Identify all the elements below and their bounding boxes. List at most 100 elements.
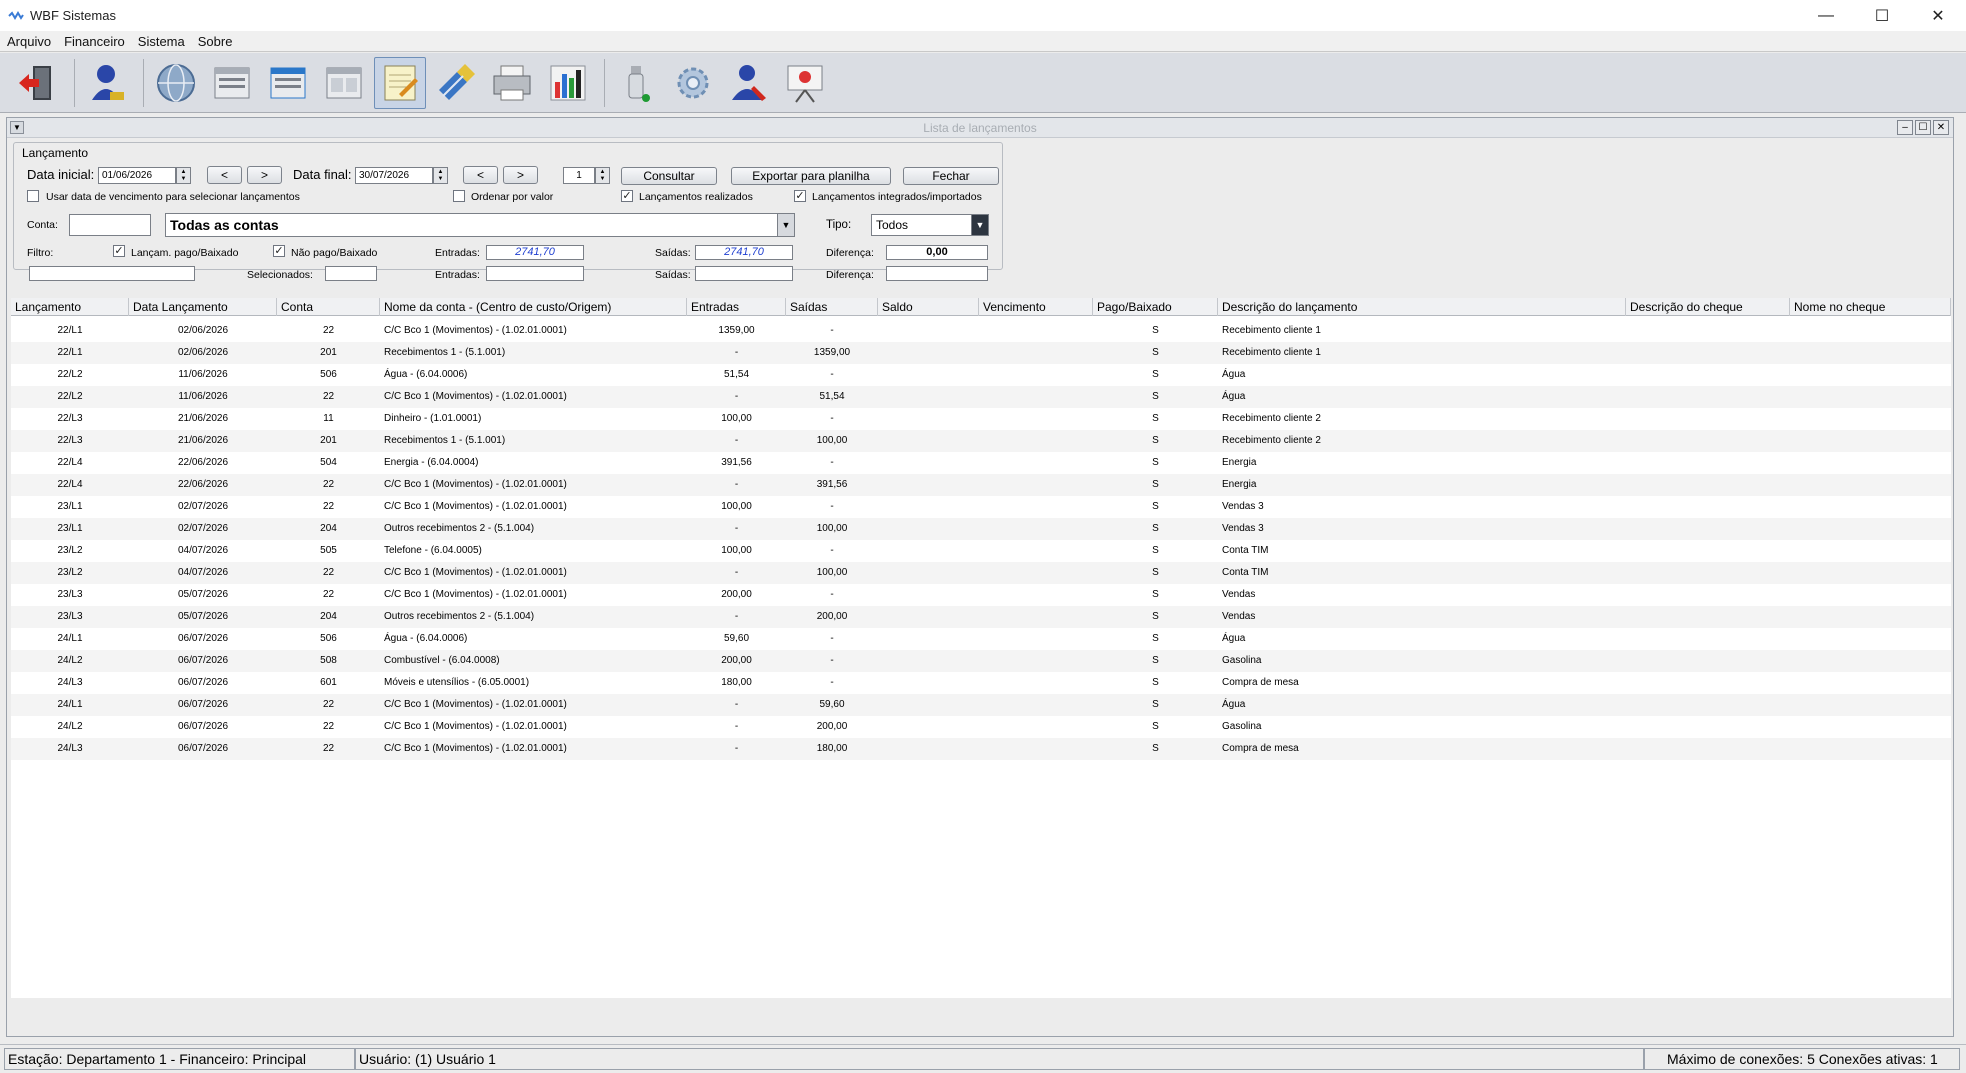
table-row[interactable]: 24/L2 06/07/2026 22 C/C Bco 1 (Movimentos) … [11,716,1951,738]
menu-arquivo[interactable]: Arquivo [0,34,57,49]
usb-button[interactable] [611,57,663,109]
cell-nome-conta: C/C Bco 1 (Movimentos) - (1.02.01.0001) [384,391,567,402]
col-conta[interactable]: Conta [277,298,380,316]
table-row[interactable]: 23/L3 05/07/2026 204 Outros recebimentos 2 … [11,606,1951,628]
table-row[interactable]: 22/L4 22/06/2026 22 C/C Bco 1 (Movimentos) … [11,474,1951,496]
chart-button[interactable] [542,57,594,109]
exportar-planilha-button[interactable]: Exportar para planilha [731,167,891,185]
data-inicial-input[interactable]: 01/06/2026 [98,167,176,184]
table-row[interactable]: 22/L4 22/06/2026 504 Energia - (6.04.0004) 3… [11,452,1951,474]
frame-menu-button[interactable]: ▼ [10,121,24,134]
exit-button[interactable] [12,57,64,109]
col-vencimento[interactable]: Vencimento [979,298,1093,316]
table-row[interactable]: 24/L2 06/07/2026 508 Combustível - (6.04.00… [11,650,1951,672]
register-button-1[interactable] [206,57,258,109]
frame-close-button[interactable]: ✕ [1933,120,1949,135]
register-button-3[interactable] [318,57,370,109]
cell-saidas: 100,00 [816,567,848,578]
conta-combo[interactable]: Todas as contas ▼ [165,213,795,237]
cell-saldo [878,650,979,672]
col-nome-conta[interactable]: Nome da conta - (Centro de custo/Origem) [380,298,687,316]
lanc-realizados-checkbox[interactable]: ✓ [621,190,633,202]
data-final-input[interactable]: 30/07/2026 [355,167,433,184]
lancam-pago-checkbox[interactable]: ✓ [113,245,125,257]
filtro-selecionados-input[interactable] [29,266,195,281]
col-entradas[interactable]: Entradas [687,298,786,316]
lancam-pago-label: Lançam. pago/Baixado [131,247,239,259]
table-row[interactable]: 23/L1 02/07/2026 204 Outros recebimentos 2 … [11,518,1951,540]
table-row[interactable]: 24/L1 06/07/2026 506 Água - (6.04.0006) 59,6… [11,628,1951,650]
maximize-button[interactable]: ☐ [1854,0,1910,31]
data-inicial-next-button[interactable]: > [247,166,282,184]
cell-data: 06/07/2026 [177,677,229,688]
data-inicial-spinner[interactable]: ▲ ▼ [176,167,191,184]
presentation-button[interactable] [779,57,831,109]
col-pago-baixado[interactable]: Pago/Baixado [1093,298,1218,316]
frame-minimize-button[interactable]: – [1897,120,1913,135]
table-row[interactable]: 24/L1 06/07/2026 22 C/C Bco 1 (Movimentos) … [11,694,1951,716]
page-input[interactable]: 1 [563,167,595,184]
table-row[interactable]: 23/L1 02/07/2026 22 C/C Bco 1 (Movimentos) … [11,496,1951,518]
menu-financeiro[interactable]: Financeiro [57,34,131,49]
table-row[interactable]: 22/L3 21/06/2026 201 Recebimentos 1 - (5.1.… [11,430,1951,452]
col-nome-cheque[interactable]: Nome no cheque [1790,298,1951,316]
ordenar-valor-label: Ordenar por valor [471,191,554,203]
col-data-lancamento[interactable]: Data Lançamento [129,298,277,316]
conta-input[interactable] [69,214,151,236]
table-row[interactable]: 22/L2 11/06/2026 506 Água - (6.04.0006) 51,5… [11,364,1951,386]
consultar-button[interactable]: Consultar [621,167,717,185]
menu-sistema[interactable]: Sistema [131,34,191,49]
tipo-combo[interactable]: Todos ▼ [871,214,989,236]
page-spinner[interactable]: ▲ ▼ [595,167,610,184]
table-row[interactable]: 22/L1 02/06/2026 201 Recebimentos 1 - (5.1.… [11,342,1951,364]
cell-saldo [878,364,979,386]
table-row[interactable]: 23/L2 04/07/2026 22 C/C Bco 1 (Movimentos) … [11,562,1951,584]
entradas-selecionados-value [486,266,584,281]
cell-vencimento [979,364,1093,386]
conta-combo-arrow-icon[interactable]: ▼ [777,214,794,236]
col-saidas[interactable]: Saídas [786,298,878,316]
tipo-combo-arrow-icon[interactable]: ▼ [971,215,988,235]
cell-saldo [878,452,979,474]
user-button[interactable] [81,57,133,109]
close-button[interactable]: ✕ [1910,0,1966,31]
register-button-2[interactable] [262,57,314,109]
settings-button[interactable] [667,57,719,109]
lanc-integrados-checkbox[interactable]: ✓ [794,190,806,202]
table-row[interactable]: 24/L3 06/07/2026 601 Móveis e utensílios - … [11,672,1951,694]
col-descricao-cheque[interactable]: Descrição do cheque [1626,298,1790,316]
table-row[interactable]: 22/L1 02/06/2026 22 C/C Bco 1 (Movimentos) … [11,320,1951,342]
toolbar-separator [143,58,144,107]
menu-sobre[interactable]: Sobre [191,34,239,49]
table-row[interactable]: 24/L3 06/07/2026 22 C/C Bco 1 (Movimentos) … [11,738,1951,760]
table-row[interactable]: 22/L3 21/06/2026 11 Dinheiro - (1.01.0001) 1… [11,408,1951,430]
cell-nome-conta: Outros recebimentos 2 - (5.1.004) [384,523,535,534]
print-button[interactable] [486,57,538,109]
data-final-spinner[interactable]: ▲ ▼ [433,167,448,184]
data-inicial-prev-button[interactable]: < [207,166,242,184]
cell-vencimento [979,474,1093,496]
fechar-button[interactable]: Fechar [903,167,999,185]
cell-descricao: Gasolina [1222,721,1262,732]
data-final-next-button[interactable]: > [503,166,538,184]
globe-button[interactable] [150,57,202,109]
col-lancamento[interactable]: Lançamento [11,298,129,316]
cell-conta: 22 [322,589,335,600]
data-final-prev-button[interactable]: < [463,166,498,184]
frame-maximize-button[interactable]: ☐ [1915,120,1931,135]
table-row[interactable]: 22/L2 11/06/2026 22 C/C Bco 1 (Movimentos) … [11,386,1951,408]
table-row[interactable]: 23/L3 05/07/2026 22 C/C Bco 1 (Movimentos) … [11,584,1951,606]
ordenar-valor-checkbox[interactable] [453,190,465,202]
cell-conta: 22 [322,567,335,578]
edit-button[interactable] [430,57,482,109]
toolbar-separator [604,58,605,107]
cell-descricao: Água [1222,391,1246,402]
table-row[interactable]: 23/L2 04/07/2026 505 Telefone - (6.04.0005)… [11,540,1951,562]
minimize-button[interactable]: — [1798,0,1854,31]
user-admin-button[interactable] [723,57,775,109]
col-descricao-lancamento[interactable]: Descrição do lançamento [1218,298,1626,316]
usar-vencimento-checkbox[interactable] [27,190,39,202]
nao-pago-checkbox[interactable]: ✓ [273,245,285,257]
notepad-button[interactable] [374,56,426,109]
col-saldo[interactable]: Saldo [878,298,979,316]
